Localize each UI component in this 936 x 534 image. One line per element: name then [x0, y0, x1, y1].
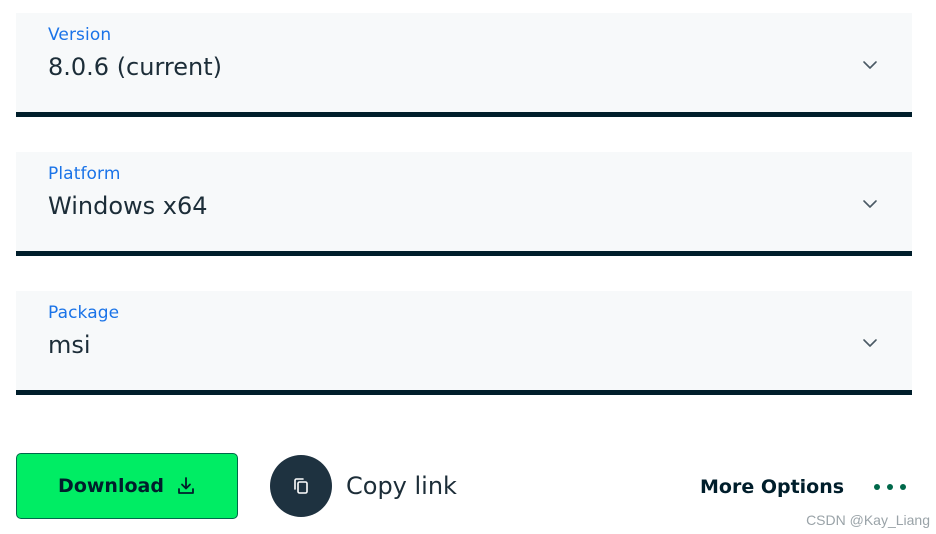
- chevron-down-icon: [862, 335, 878, 351]
- more-options-label: More Options: [700, 476, 845, 498]
- more-options-button[interactable]: More Options: [700, 470, 907, 504]
- copy-link-label: Copy link: [346, 472, 457, 500]
- dot: [887, 484, 894, 490]
- package-select[interactable]: Package msi: [16, 291, 912, 395]
- copy-link-button[interactable]: Copy link: [270, 454, 457, 518]
- platform-value: Windows x64: [48, 192, 208, 220]
- chevron-down-icon: [862, 196, 878, 212]
- more-horizontal-icon[interactable]: [874, 484, 907, 490]
- platform-label: Platform: [48, 164, 121, 184]
- download-icon: [176, 476, 196, 496]
- platform-select[interactable]: Platform Windows x64: [16, 152, 912, 256]
- version-value: 8.0.6 (current): [48, 53, 222, 81]
- dot: [900, 484, 907, 490]
- chevron-down-icon: [862, 57, 878, 73]
- version-label: Version: [48, 25, 112, 45]
- dot: [874, 484, 881, 490]
- download-panel: Version 8.0.6 (current) Platform Windows…: [0, 0, 936, 534]
- copy-icon[interactable]: [270, 455, 332, 517]
- package-label: Package: [48, 303, 120, 323]
- download-button-label: Download: [58, 475, 164, 497]
- package-value: msi: [48, 331, 91, 359]
- watermark: CSDN @Kay_Liang: [806, 512, 930, 528]
- version-select[interactable]: Version 8.0.6 (current): [16, 13, 912, 117]
- download-button[interactable]: Download: [16, 453, 238, 519]
